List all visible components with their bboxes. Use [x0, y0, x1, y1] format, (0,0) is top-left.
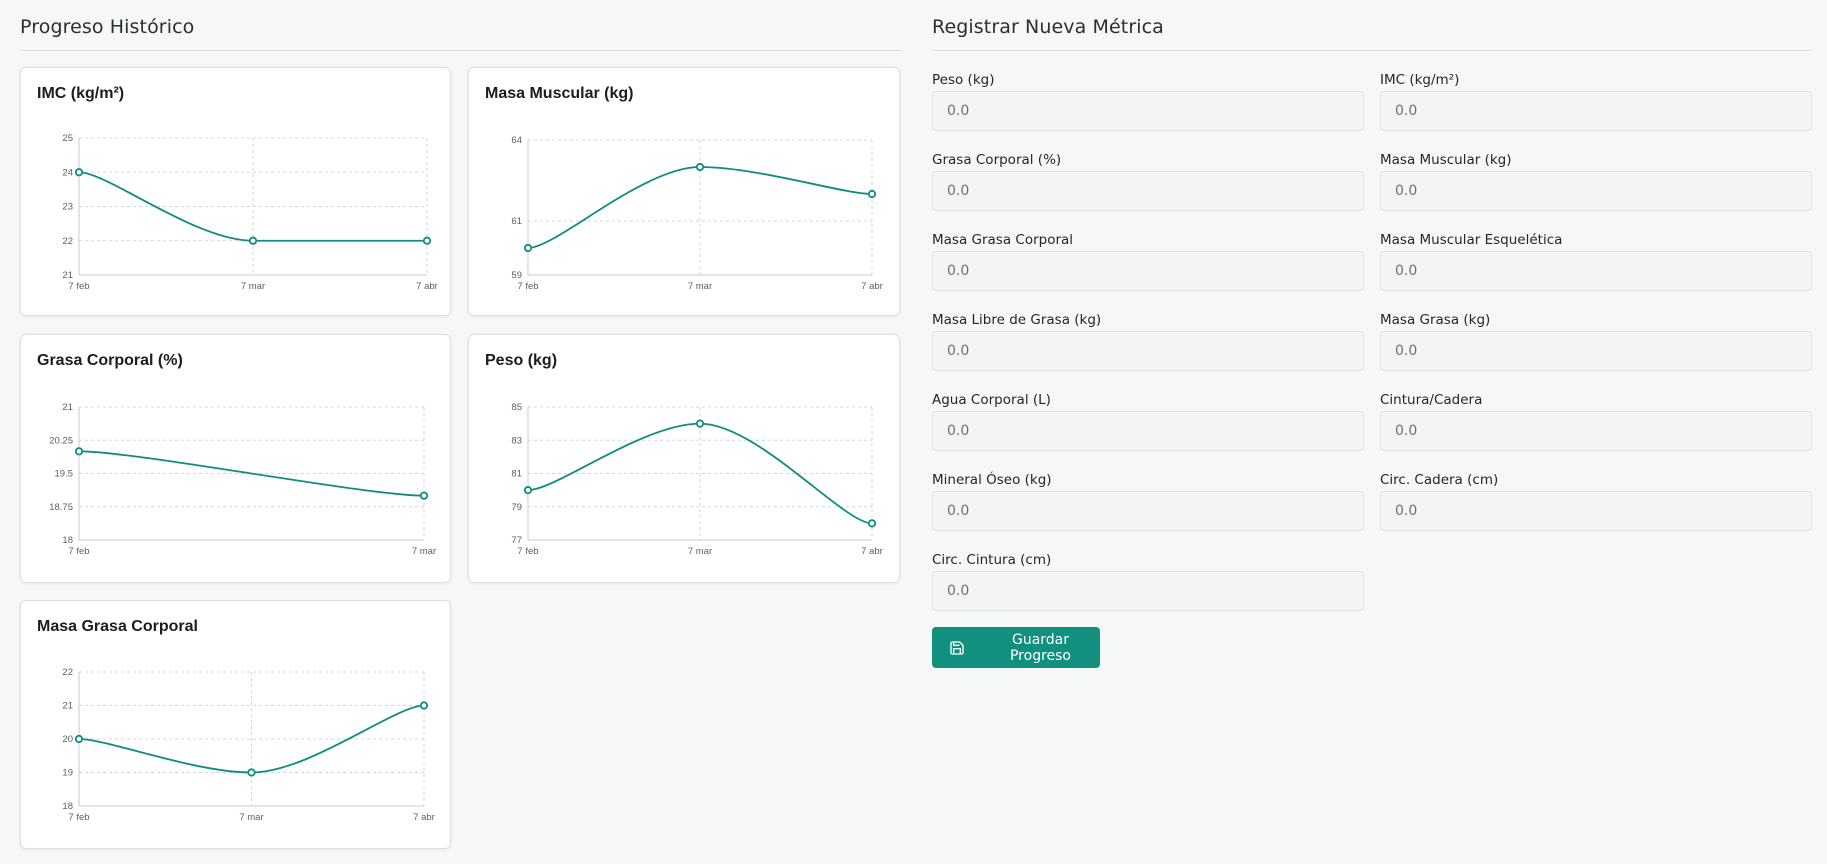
data-point — [74, 447, 84, 456]
x-tick-label: 7 mar — [688, 281, 712, 292]
data-point — [422, 236, 432, 245]
x-tick-label: 7 abr — [861, 546, 883, 557]
y-tick-label: 61 — [511, 216, 522, 227]
y-tick-label: 21 — [62, 701, 73, 712]
data-point — [74, 734, 84, 744]
field-label-masa-muscular-esqueletica: Masa Muscular Esquelética — [1380, 232, 1563, 248]
field-input-circ-cadera-cm[interactable] — [1380, 491, 1812, 531]
y-tick-label: 19 — [62, 768, 73, 779]
x-tick-label: 7 feb — [68, 281, 89, 292]
x-tick-label: 7 abr — [413, 812, 435, 823]
field-label-masa-grasa-corporal: Masa Grasa Corporal — [932, 232, 1074, 248]
history-section-title: Progreso Histórico — [20, 16, 195, 38]
y-tick-label: 24 — [62, 167, 73, 178]
y-tick-label: 85 — [511, 402, 522, 413]
x-tick-label: 7 mar — [688, 546, 712, 557]
y-tick-label: 18 — [62, 535, 73, 546]
y-tick-label: 22 — [62, 667, 73, 678]
chart-card-grasa-corporal: Grasa Corporal (%) 18 18.75 19.5 20.25 21 7 f… — [20, 334, 451, 583]
field-label-mineral-oseo-kg: Mineral Óseo (kg) — [932, 472, 1052, 488]
field-input-masa-grasa-kg[interactable] — [1380, 331, 1812, 371]
field-label-masa-grasa-kg: Masa Grasa (kg) — [1380, 312, 1491, 328]
y-tick-label: 22 — [62, 236, 73, 247]
field-label-masa-libre-de-grasa-kg: Masa Libre de Grasa (kg) — [932, 312, 1102, 328]
x-tick-label: 7 feb — [517, 546, 538, 557]
form-section-title: Registrar Nueva Métrica — [932, 16, 1164, 38]
data-point — [247, 768, 256, 777]
data-point — [695, 419, 705, 428]
save-progress-button[interactable]: Guardar Progreso — [932, 627, 1100, 668]
field-label-circ-cintura-cm: Circ. Cintura (cm) — [932, 552, 1052, 568]
chart-grasa-corporal: 18 18.75 19.5 20.25 21 7 feb 7 mar — [49, 402, 436, 557]
x-tick-label: 7 feb — [68, 812, 89, 823]
field-input-peso-kg[interactable] — [932, 91, 1364, 131]
field-input-circ-cintura-cm[interactable] — [932, 571, 1364, 611]
y-tick-label: 81 — [511, 469, 522, 480]
field-label-peso-kg: Peso (kg) — [932, 72, 995, 88]
data-point — [523, 486, 533, 495]
y-tick-label: 21 — [62, 402, 73, 413]
x-tick-label: 7 feb — [517, 281, 538, 292]
y-tick-label: 64 — [511, 135, 522, 146]
data-point — [419, 701, 429, 710]
y-tick-label: 20.25 — [49, 435, 73, 446]
y-tick-label: 83 — [511, 435, 522, 446]
data-point — [867, 189, 877, 199]
y-tick-label: 20 — [62, 734, 73, 745]
field-label-cintura-cadera: Cintura/Cadera — [1380, 392, 1483, 408]
field-input-masa-libre-de-grasa-kg[interactable] — [932, 331, 1364, 371]
chart-card-imc: IMC (kg/m²) 21 22 23 24 25 7 feb 7 mar 7 abr — [20, 67, 451, 316]
x-tick-label: 7 mar — [412, 546, 436, 557]
y-tick-label: 77 — [511, 535, 522, 546]
y-tick-label: 21 — [62, 270, 73, 281]
field-label-imc-kg-m: IMC (kg/m²) — [1380, 72, 1460, 88]
field-input-masa-muscular-esqueletica[interactable] — [1380, 251, 1812, 291]
field-input-cintura-cadera[interactable] — [1380, 411, 1812, 451]
data-point — [523, 243, 533, 253]
y-tick-label: 59 — [511, 270, 522, 281]
field-label-agua-corporal-l: Agua Corporal (L) — [932, 392, 1051, 408]
y-tick-label: 18.75 — [49, 502, 73, 513]
field-input-masa-muscular-kg[interactable] — [1380, 171, 1812, 211]
data-point — [248, 236, 258, 245]
chart-card-masa-muscular: Masa Muscular (kg) 59 61 64 7 feb 7 mar 7 abr — [468, 67, 900, 316]
history-section-divider — [20, 50, 901, 51]
chart-card-peso: Peso (kg) 77 79 81 83 85 7 feb 7 mar 7 abr — [468, 334, 900, 583]
x-tick-label: 7 abr — [861, 281, 883, 292]
field-input-agua-corporal-l[interactable] — [932, 411, 1364, 451]
save-icon — [949, 640, 965, 656]
y-tick-label: 79 — [511, 502, 522, 513]
form-section-divider — [932, 50, 1812, 51]
data-point — [867, 519, 877, 528]
y-tick-label: 25 — [62, 133, 73, 144]
data-point — [695, 162, 705, 172]
field-label-masa-muscular-kg: Masa Muscular (kg) — [1380, 152, 1512, 168]
chart-masa-muscular: 59 61 64 7 feb 7 mar 7 abr — [511, 135, 883, 292]
field-input-masa-grasa-corporal[interactable] — [932, 251, 1364, 291]
field-label-grasa-corporal: Grasa Corporal (%) — [932, 152, 1062, 168]
chart-peso: 77 79 81 83 85 7 feb 7 mar 7 abr — [511, 402, 883, 557]
chart-masa-grasa-corporal: 18 19 20 21 22 7 feb 7 mar 7 abr — [62, 667, 435, 823]
chart-imc: 21 22 23 24 25 7 feb 7 mar 7 abr — [62, 133, 438, 292]
field-label-circ-cadera-cm: Circ. Cadera (cm) — [1380, 472, 1499, 488]
y-tick-label: 19.5 — [55, 469, 74, 480]
save-button-label: Guardar Progreso — [1009, 631, 1072, 664]
field-input-mineral-oseo-kg[interactable] — [932, 491, 1364, 531]
field-input-imc-kg-m[interactable] — [1380, 91, 1812, 131]
field-input-grasa-corporal[interactable] — [932, 171, 1364, 211]
data-point — [419, 491, 429, 500]
x-tick-label: 7 feb — [68, 546, 89, 557]
series-line — [78, 450, 425, 497]
x-tick-label: 7 mar — [239, 812, 263, 823]
y-tick-label: 18 — [62, 801, 73, 812]
x-tick-label: 7 mar — [241, 281, 265, 292]
data-point — [74, 168, 84, 177]
y-tick-label: 23 — [62, 202, 73, 213]
x-tick-label: 7 abr — [416, 281, 438, 292]
chart-card-masa-grasa-corporal: Masa Grasa Corporal 18 19 20 21 22 7 feb 7 mar… — [20, 600, 451, 849]
